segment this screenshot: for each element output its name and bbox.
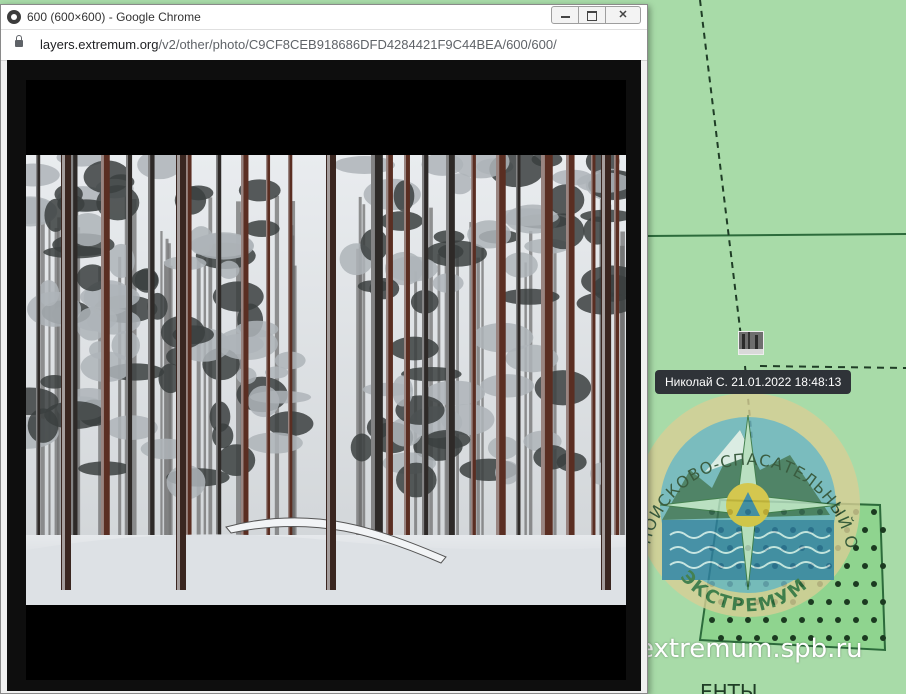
globe-icon bbox=[7, 10, 21, 24]
url-text[interactable]: layers.extremum.org/v2/other/photo/C9CF8… bbox=[40, 37, 557, 52]
minimize-button[interactable] bbox=[551, 6, 579, 24]
page-viewport bbox=[7, 60, 641, 691]
url-path: /v2/other/photo/C9CF8CEB918686DFD4284421… bbox=[158, 37, 557, 52]
forest-photo[interactable] bbox=[26, 155, 626, 605]
lock-icon[interactable] bbox=[15, 35, 23, 47]
map-partial-label: ЕНТЫ bbox=[700, 680, 758, 694]
image-frame bbox=[26, 80, 626, 680]
close-icon: ✕ bbox=[618, 9, 628, 21]
marker-tooltip: Николай С. 21.01.2022 18:48:13 bbox=[655, 370, 852, 394]
window-title: 600 (600×600) - Google Chrome bbox=[27, 10, 201, 24]
chrome-popup-window[interactable]: 600 (600×600) - Google Chrome ✕ layers.e… bbox=[0, 4, 648, 694]
photo-marker[interactable] bbox=[738, 331, 764, 355]
url-domain: layers.extremum.org bbox=[40, 37, 159, 52]
address-bar[interactable]: layers.extremum.org/v2/other/photo/C9CF8… bbox=[1, 29, 647, 61]
photo-thumbnail-icon bbox=[739, 332, 763, 354]
watermark-text: extremum.spb.ru bbox=[638, 634, 863, 664]
title-bar[interactable]: 600 (600×600) - Google Chrome ✕ bbox=[1, 5, 647, 29]
forest-image bbox=[26, 155, 626, 605]
maximize-button[interactable] bbox=[578, 6, 606, 24]
close-button[interactable]: ✕ bbox=[605, 6, 641, 24]
